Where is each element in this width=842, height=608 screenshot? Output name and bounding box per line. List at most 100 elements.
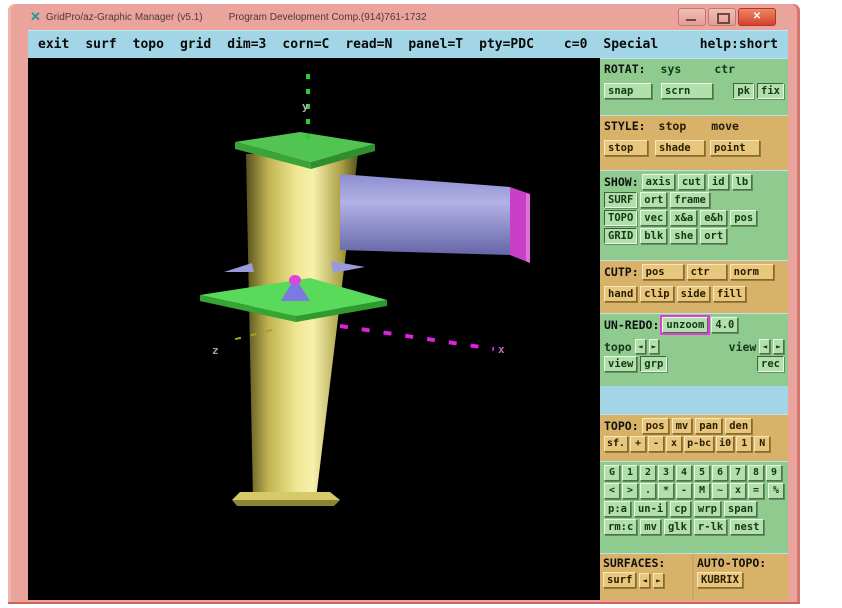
menu-grid[interactable]: grid [180,37,211,52]
title-bar[interactable]: ✕ GridPro/az-Graphic Manager (v5.1) Prog… [8,4,800,30]
menu-read[interactable]: read=N [345,37,392,52]
cutp-clip-button[interactable]: clip [640,286,673,302]
key-pa-button[interactable]: p:a [604,501,631,517]
viewport-3d[interactable]: y x z [28,58,600,600]
close-button[interactable]: ✕ [738,8,776,26]
topo-pos-button[interactable]: pos [642,418,669,434]
style-mode-move[interactable]: move [711,119,739,133]
topo-plus-button[interactable]: + [630,436,646,452]
topo-sf-button[interactable]: sf. [604,436,628,452]
key-4[interactable]: 4 [676,465,692,481]
maximize-button[interactable] [708,8,736,26]
menu-special[interactable]: Special [603,37,658,52]
key-g[interactable]: G [604,465,620,481]
menu-surf[interactable]: surf [85,37,116,52]
menu-panel[interactable]: panel=T [408,37,463,52]
key-span-button[interactable]: span [724,501,757,517]
show-cut-button[interactable]: cut [678,174,705,190]
key-m[interactable]: M [694,483,710,499]
surf-button[interactable]: surf [603,572,636,588]
style-shade-button[interactable]: shade [655,140,705,156]
show-ort2-button[interactable]: ort [700,228,727,244]
style-point-button[interactable]: point [710,140,760,156]
surf-next-icon[interactable]: ► [653,573,664,588]
key-eq[interactable]: = [748,483,764,499]
view-prev-icon[interactable]: ◄ [759,339,770,354]
rotat-scrn-button[interactable]: scrn [661,83,713,99]
style-mode-stop[interactable]: stop [659,119,687,133]
rotat-mode-ctr[interactable]: ctr [714,62,735,76]
topo-next-icon[interactable]: ► [649,339,660,354]
cutp-fill-button[interactable]: fill [713,286,746,302]
key-1[interactable]: 1 [622,465,638,481]
key-tilde[interactable]: ~ [712,483,728,499]
topo-pan-button[interactable]: pan [695,418,722,434]
show-she-button[interactable]: she [670,228,697,244]
cutp-hand-button[interactable]: hand [604,286,637,302]
menu-corn[interactable]: corn=C [282,37,329,52]
kubrix-button[interactable]: KUBRIX [697,572,743,588]
unredo-view-button[interactable]: view [604,356,637,372]
rotat-pk-button[interactable]: pk [733,83,754,99]
key-3[interactable]: 3 [658,465,674,481]
show-blk-button[interactable]: blk [640,228,667,244]
key-pct[interactable]: % [768,483,784,499]
show-lb-button[interactable]: lb [732,174,753,190]
unredo-rec-button[interactable]: rec [757,356,784,372]
topo-den-button[interactable]: den [725,418,752,434]
key-lt[interactable]: < [604,483,620,499]
key-star[interactable]: * [658,483,674,499]
show-pos-button[interactable]: pos [730,210,757,226]
show-axis-button[interactable]: axis [642,174,675,190]
menu-topo[interactable]: topo [133,37,164,52]
key-6[interactable]: 6 [712,465,728,481]
show-vec-button[interactable]: vec [640,210,667,226]
topo-x-button[interactable]: x [666,436,682,452]
rotat-fix-button[interactable]: fix [757,83,784,99]
key-9[interactable]: 9 [766,465,782,481]
menu-dim[interactable]: dim=3 [227,37,266,52]
key-gt[interactable]: > [622,483,638,499]
key-dot[interactable]: . [640,483,656,499]
show-grid-button[interactable]: GRID [604,228,637,244]
key-rmc-button[interactable]: rm:c [604,519,637,535]
show-topo-button[interactable]: TOPO [604,210,637,226]
key-wrp-button[interactable]: wrp [694,501,721,517]
unredo-grp-button[interactable]: grp [640,356,667,372]
topo-n-button[interactable]: N [754,436,770,452]
topo-minus-button[interactable]: - [648,436,664,452]
cutp-side-button[interactable]: side [677,286,710,302]
key-rlk-button[interactable]: r-lk [694,519,727,535]
key-x[interactable]: x [730,483,746,499]
key-minus[interactable]: - [676,483,692,499]
key-cp-button[interactable]: cp [670,501,691,517]
unzoom-button[interactable]: unzoom [662,317,708,333]
rotat-mode-sys[interactable]: sys [661,62,682,76]
cutp-norm-button[interactable]: norm [730,264,774,280]
menu-pty[interactable]: pty=PDC [479,37,534,52]
view-next-icon[interactable]: ► [773,339,784,354]
show-eh-button[interactable]: e&h [700,210,727,226]
topo-pbc-button[interactable]: p-bc [684,436,714,452]
cutp-pos-button[interactable]: pos [642,264,684,280]
key-8[interactable]: 8 [748,465,764,481]
show-frame-button[interactable]: frame [670,192,710,208]
key-mv-button[interactable]: mv [640,519,661,535]
show-ort-button[interactable]: ort [640,192,667,208]
style-stop-button[interactable]: stop [604,140,648,156]
show-id-button[interactable]: id [708,174,729,190]
key-7[interactable]: 7 [730,465,746,481]
topo-1-button[interactable]: 1 [736,436,752,452]
menu-c0[interactable]: c=0 [564,37,587,52]
show-surf-button[interactable]: SURF [604,192,637,208]
cutp-ctr-button[interactable]: ctr [687,264,727,280]
topo-prev-icon[interactable]: ◄ [635,339,646,354]
key-nest-button[interactable]: nest [730,519,763,535]
topo-i0-button[interactable]: i0 [716,436,734,452]
key-5[interactable]: 5 [694,465,710,481]
key-uni-button[interactable]: un-i [634,501,667,517]
menu-exit[interactable]: exit [38,37,69,52]
topo-mv-button[interactable]: mv [672,418,693,434]
unredo-value-button[interactable]: 4.0 [711,317,738,333]
menu-help[interactable]: help:short [700,37,778,52]
